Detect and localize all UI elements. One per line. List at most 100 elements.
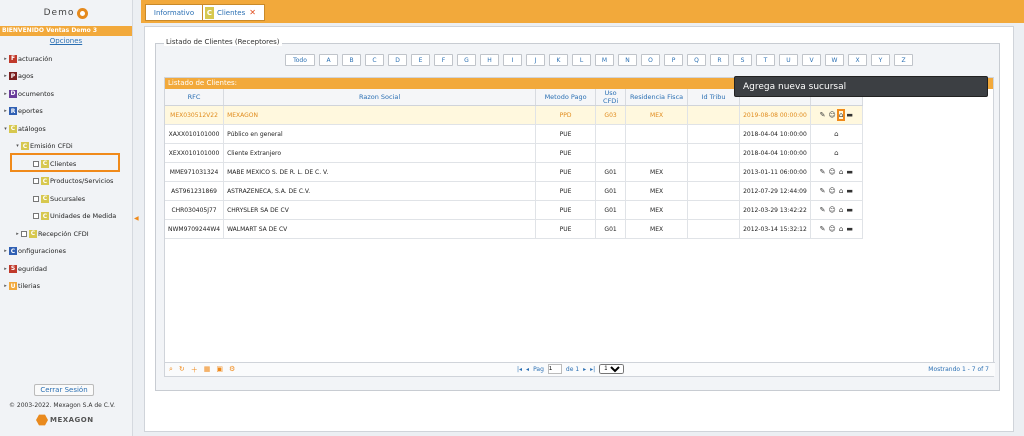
edit-icon[interactable]: ✎	[820, 187, 826, 195]
letter-button-f[interactable]: F	[434, 54, 453, 66]
table-row[interactable]: MME971031324 MABE MEXICO S. DE R. L. DE C…	[165, 162, 863, 182]
column-header[interactable]: Razon Social	[223, 89, 537, 106]
letter-button-c[interactable]: C	[365, 54, 384, 66]
table-row[interactable]: AST961231869 ASTRAZENECA, S.A. DE C.V. PUE…	[165, 181, 863, 201]
column-header[interactable]: Metodo Pago	[535, 89, 597, 106]
contact-icon[interactable]: ☺	[829, 111, 836, 119]
letter-button-m[interactable]: M	[595, 54, 614, 66]
expand-right-icon[interactable]: ▸	[2, 91, 9, 97]
letter-button-p[interactable]: P	[664, 54, 683, 66]
sidebar-item-eportes[interactable]: ▸ Reportes	[0, 103, 132, 121]
table-row[interactable]: XEXX010101000 Cliente Extranjero PUE 2018-0…	[165, 143, 863, 163]
sidebar-item-bottom-1[interactable]: ▸ Seguridad	[0, 260, 132, 278]
contact-icon[interactable]: ☺	[829, 168, 836, 176]
sidebar-item-atálogos[interactable]: ▾ Catálogos	[0, 120, 132, 138]
expand-right-icon[interactable]: ▸	[14, 231, 21, 237]
column-header[interactable]: Uso CFDi	[595, 89, 627, 106]
logout-button[interactable]: Cerrar Sesión	[34, 384, 94, 396]
sidebar-item-recepcion[interactable]: ▸ C Recepción CFDI	[0, 225, 132, 243]
edit-icon[interactable]: ✎	[820, 168, 826, 176]
pdf-export-icon[interactable]: ▣	[216, 365, 223, 375]
column-header[interactable]: Id Tribu	[687, 89, 741, 106]
node-checkbox[interactable]	[33, 213, 39, 220]
node-checkbox[interactable]	[33, 195, 39, 202]
expand-right-icon[interactable]: ▸	[2, 56, 9, 62]
letter-button-y[interactable]: Y	[871, 54, 890, 66]
table-row[interactable]: MEX030512V22 MEXAGON PPD G03 MEX 2019-08-08 0…	[165, 105, 863, 125]
add-branch-icon[interactable]: ⌂	[839, 225, 843, 233]
add-branch-icon[interactable]: ⌂	[834, 149, 838, 157]
add-branch-icon[interactable]: ⌂	[839, 168, 843, 176]
sidebar-item-0[interactable]: C Clientes	[0, 153, 132, 173]
search-icon[interactable]: ⌕	[169, 365, 173, 375]
expand-right-icon[interactable]: ▸	[2, 283, 9, 289]
add-branch-icon[interactable]: ⌂	[839, 206, 843, 214]
sidebar-item-1[interactable]: C Productos/Servicios	[0, 173, 132, 191]
expand-down-icon[interactable]: ▾	[14, 143, 21, 149]
tab-clientes[interactable]: C Clientes ✕	[202, 4, 265, 21]
sidebar-item-2[interactable]: C Sucursales	[0, 190, 132, 208]
sidebar-item-3[interactable]: C Unidades de Medida	[0, 208, 132, 226]
letter-button-o[interactable]: O	[641, 54, 660, 66]
node-checkbox[interactable]	[21, 230, 27, 237]
letter-button-x[interactable]: X	[848, 54, 867, 66]
letter-button-j[interactable]: J	[526, 54, 545, 66]
letter-button-u[interactable]: U	[779, 54, 798, 66]
sidebar-item-agos[interactable]: ▸ Pagos	[0, 68, 132, 86]
delete-icon[interactable]: ▬	[846, 168, 853, 176]
prev-page-icon[interactable]: ◂	[526, 366, 529, 373]
collapse-sidebar-icon[interactable]: ◀	[134, 215, 139, 222]
delete-icon[interactable]: ▬	[846, 225, 853, 233]
close-tab-icon[interactable]: ✕	[249, 8, 256, 17]
expand-right-icon[interactable]: ▸	[2, 73, 9, 79]
contact-icon[interactable]: ☺	[829, 206, 836, 214]
letter-button-g[interactable]: G	[457, 54, 476, 66]
contact-icon[interactable]: ☺	[829, 187, 836, 195]
letter-button-i[interactable]: I	[503, 54, 522, 66]
letter-button-a[interactable]: A	[319, 54, 338, 66]
letter-button-n[interactable]: N	[618, 54, 637, 66]
letter-button-b[interactable]: B	[342, 54, 361, 66]
delete-icon[interactable]: ▬	[846, 187, 853, 195]
expand-right-icon[interactable]: ▸	[2, 266, 9, 272]
page-size-select[interactable]: 15	[599, 364, 625, 374]
node-checkbox[interactable]	[33, 178, 39, 185]
letter-button-todo[interactable]: Todo	[285, 54, 315, 66]
add-branch-icon[interactable]: ⌂	[836, 109, 846, 121]
letter-button-t[interactable]: T	[756, 54, 775, 66]
edit-icon[interactable]: ✎	[820, 111, 826, 119]
add-branch-icon[interactable]: ⌂	[834, 130, 838, 138]
letter-button-s[interactable]: S	[733, 54, 752, 66]
letter-button-q[interactable]: Q	[687, 54, 706, 66]
expand-right-icon[interactable]: ▸	[2, 108, 9, 114]
letter-button-d[interactable]: D	[388, 54, 407, 66]
letter-button-h[interactable]: H	[480, 54, 499, 66]
letter-button-z[interactable]: Z	[894, 54, 913, 66]
next-page-icon[interactable]: ▸	[583, 366, 586, 373]
table-row[interactable]: CHR030405J77 CHRYSLER SA DE CV PUE G01 MEX 20…	[165, 200, 863, 220]
table-row[interactable]: XAXX010101000 Público en general PUE 2018-0…	[165, 124, 863, 144]
delete-icon[interactable]: ▬	[846, 206, 853, 214]
columns-icon[interactable]: ⚙	[229, 365, 235, 375]
edit-icon[interactable]: ✎	[820, 206, 826, 214]
refresh-icon[interactable]: ↻	[179, 365, 185, 375]
table-row[interactable]: NWM9709244W4 WALMART SA DE CV PUE G01 MEX 201…	[165, 219, 863, 239]
sidebar-item-acturación[interactable]: ▸ Facturación	[0, 50, 132, 68]
sidebar-item-ocumentos[interactable]: ▸ Documentos	[0, 85, 132, 103]
add-icon[interactable]: ＋	[191, 365, 198, 375]
excel-export-icon[interactable]: ▦	[204, 365, 211, 375]
sidebar-item-bottom-2[interactable]: ▸ Utilerias	[0, 278, 132, 296]
expand-down-icon[interactable]: ▾	[2, 126, 9, 132]
tab-informativo[interactable]: Informativo	[145, 4, 203, 21]
sidebar-item-bottom-0[interactable]: ▸ Configuraciones	[0, 243, 132, 261]
page-input[interactable]	[547, 364, 562, 374]
column-header[interactable]: Residencia Fisca	[625, 89, 689, 106]
column-header[interactable]: RFC	[165, 89, 225, 106]
delete-icon[interactable]: ▬	[846, 111, 853, 119]
add-branch-icon[interactable]: ⌂	[839, 187, 843, 195]
first-page-icon[interactable]: |◂	[517, 366, 522, 373]
letter-button-k[interactable]: K	[549, 54, 568, 66]
app-logo[interactable]: Demo	[0, 0, 132, 26]
letter-button-e[interactable]: E	[411, 54, 430, 66]
letter-button-w[interactable]: W	[825, 54, 844, 66]
